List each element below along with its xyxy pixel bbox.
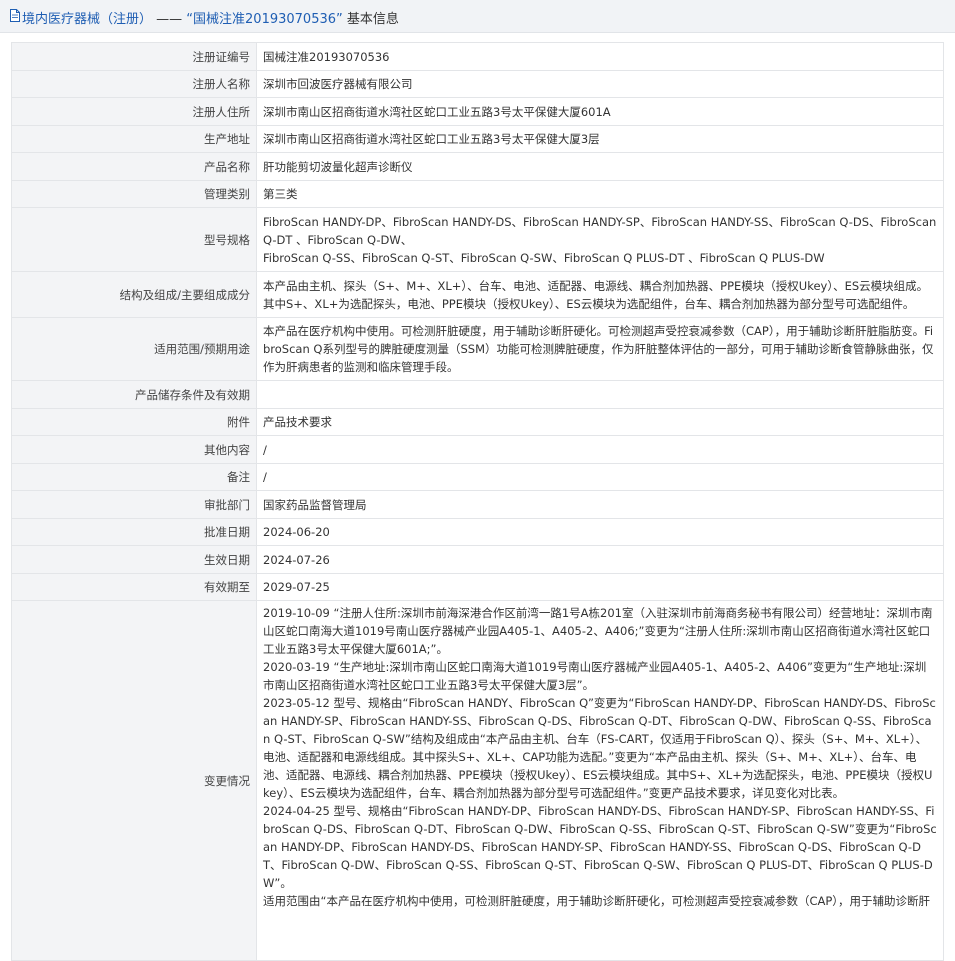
table-row: 备注 /	[11, 463, 944, 491]
row-label: 管理类别	[11, 180, 257, 208]
row-value: 深圳市回波医疗器械有限公司	[256, 70, 944, 98]
row-value: 2024-07-26	[256, 545, 944, 574]
document-icon	[10, 9, 20, 22]
row-value: /	[256, 463, 944, 491]
row-label: 其他内容	[11, 435, 257, 464]
row-label: 备注	[11, 463, 257, 491]
table-row: 产品储存条件及有效期	[11, 380, 944, 409]
row-value: 国械注准20193070536	[256, 42, 944, 71]
row-value: 产品技术要求	[256, 408, 944, 436]
row-value: 本产品在医疗机构中使用。可检测肝脏硬度，用于辅助诊断肝硬化。可检测超声受控衰减参…	[256, 317, 944, 381]
row-value: 肝功能剪切波量化超声诊断仪	[256, 152, 944, 181]
row-value: 本产品由主机、探头（S+、M+、XL+）、台车、电池、适配器、电源线、耦合剂加热…	[256, 271, 944, 318]
row-value: 国家药品监督管理局	[256, 490, 944, 519]
table-row: 附件 产品技术要求	[11, 408, 944, 436]
row-label: 产品储存条件及有效期	[11, 380, 257, 409]
row-label: 适用范围/预期用途	[11, 317, 257, 381]
table-row: 变更情况 2019-10-09 “注册人住所:深圳市前海深港合作区前湾一路1号A…	[11, 600, 944, 961]
table-row: 其他内容 /	[11, 435, 944, 464]
table-row: 管理类别 第三类	[11, 180, 944, 208]
row-value: 2029-07-25	[256, 573, 944, 601]
row-value: 2019-10-09 “注册人住所:深圳市前海深港合作区前湾一路1号A栋201室…	[256, 600, 944, 961]
table-row: 注册人住所 深圳市南山区招商街道水湾社区蛇口工业五路3号太平保健大厦601A	[11, 97, 944, 126]
row-value	[256, 380, 944, 409]
row-value: 深圳市南山区招商街道水湾社区蛇口工业五路3号太平保健大厦601A	[256, 97, 944, 126]
table-row: 有效期至 2029-07-25	[11, 573, 944, 601]
row-value: 2024-06-20	[256, 518, 944, 546]
row-label: 生产地址	[11, 125, 257, 153]
table-row: 批准日期 2024-06-20	[11, 518, 944, 546]
title-category: 境内医疗器械（注册）	[22, 12, 153, 27]
row-label: 有效期至	[11, 573, 257, 601]
page-header: 境内医疗器械（注册） —— “国械注准20193070536” 基本信息	[0, 0, 955, 33]
table-row: 生产地址 深圳市南山区招商街道水湾社区蛇口工业五路3号太平保健大厦3层	[11, 125, 944, 153]
title-registration-number: “国械注准20193070536”	[186, 12, 343, 27]
table-row: 产品名称 肝功能剪切波量化超声诊断仪	[11, 152, 944, 181]
row-label: 生效日期	[11, 545, 257, 574]
row-value: /	[256, 435, 944, 464]
table-row: 注册证编号 国械注准20193070536	[11, 42, 944, 71]
row-value: 深圳市南山区招商街道水湾社区蛇口工业五路3号太平保健大厦3层	[256, 125, 944, 153]
row-label: 附件	[11, 408, 257, 436]
row-label: 审批部门	[11, 490, 257, 519]
row-label: 变更情况	[11, 600, 257, 961]
row-label: 注册证编号	[11, 42, 257, 71]
table-row: 型号规格 FibroScan HANDY-DP、FibroScan HANDY-…	[11, 207, 944, 272]
row-label: 注册人名称	[11, 70, 257, 98]
row-label: 批准日期	[11, 518, 257, 546]
row-value: FibroScan HANDY-DP、FibroScan HANDY-DS、Fi…	[256, 207, 944, 272]
title-suffix: 基本信息	[346, 12, 399, 27]
table-row: 审批部门 国家药品监督管理局	[11, 490, 944, 519]
row-label: 注册人住所	[11, 97, 257, 126]
page-title: 境内医疗器械（注册） —— “国械注准20193070536” 基本信息	[22, 8, 399, 27]
table-row: 生效日期 2024-07-26	[11, 545, 944, 574]
row-label: 型号规格	[11, 207, 257, 272]
row-label: 产品名称	[11, 152, 257, 181]
row-value: 第三类	[256, 180, 944, 208]
row-label: 结构及组成/主要组成成分	[11, 271, 257, 318]
title-separator: ——	[156, 12, 183, 27]
table-row: 注册人名称 深圳市回波医疗器械有限公司	[11, 70, 944, 98]
table-row: 结构及组成/主要组成成分 本产品由主机、探头（S+、M+、XL+）、台车、电池、…	[11, 271, 944, 318]
table-row: 适用范围/预期用途 本产品在医疗机构中使用。可检测肝脏硬度，用于辅助诊断肝硬化。…	[11, 317, 944, 381]
registration-info-table: 注册证编号 国械注准20193070536 注册人名称 深圳市回波医疗器械有限公…	[11, 42, 944, 961]
